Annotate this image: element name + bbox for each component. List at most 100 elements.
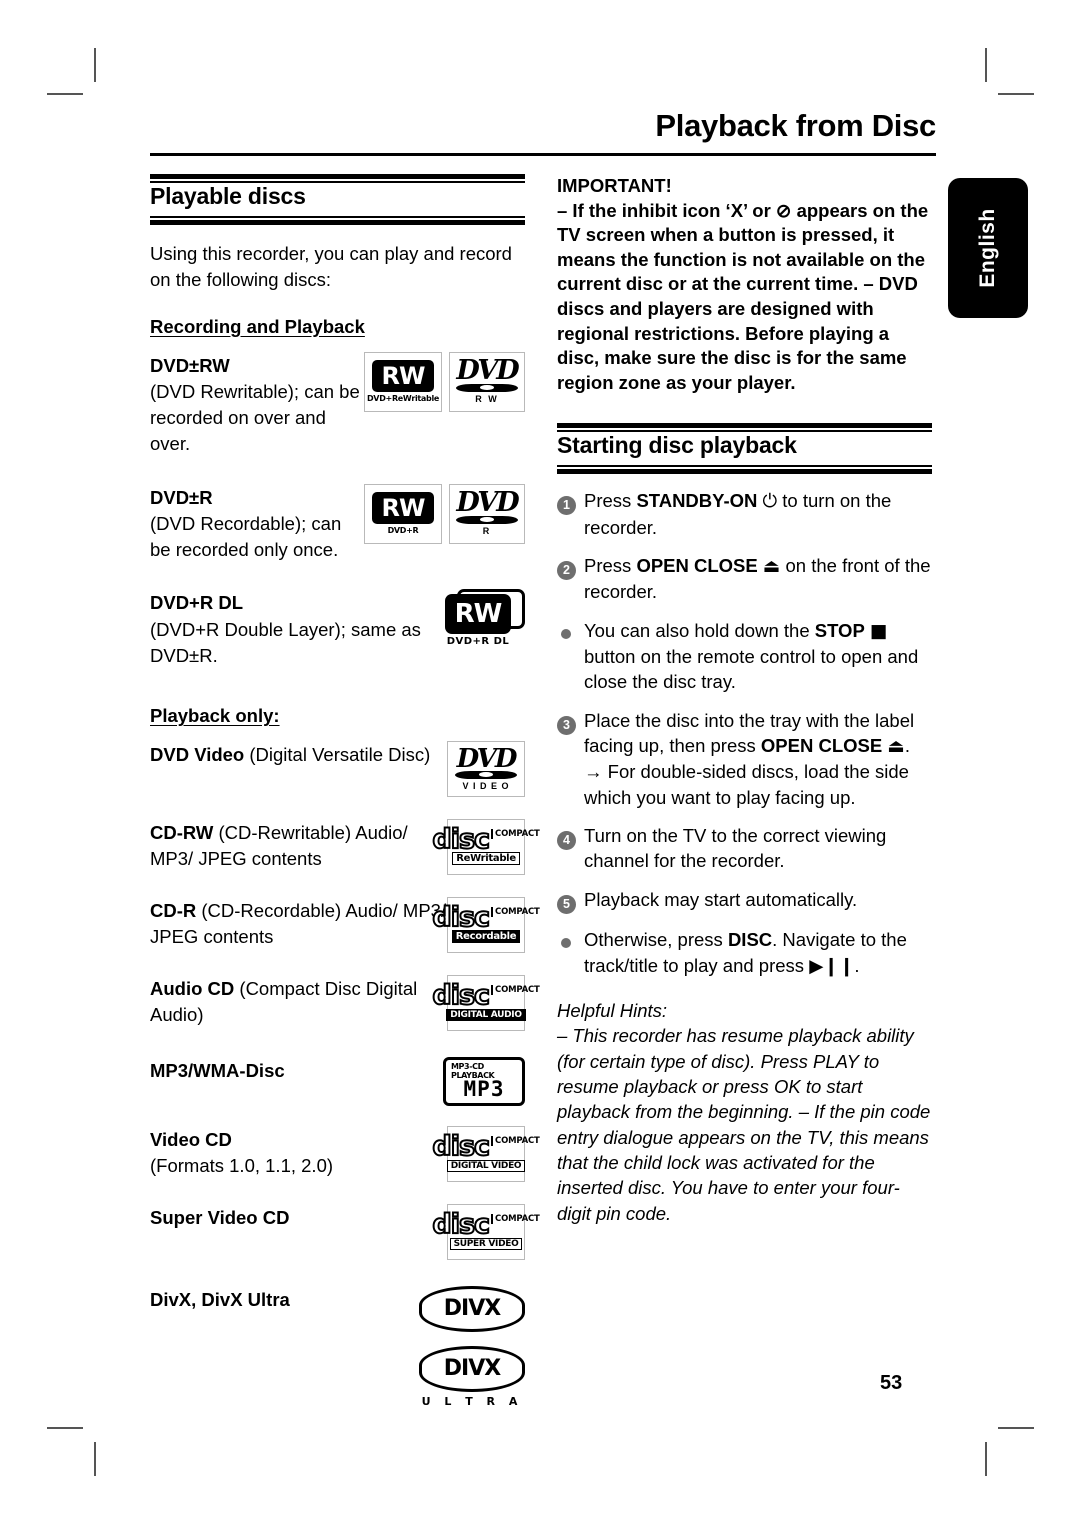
compact-disc-mark: disc COMPACT DIGITAL AUDIO (431, 982, 540, 1021)
disc-description: Super Video CD (150, 1204, 447, 1231)
disc-detail: (DVD+R Double Layer); same as DVD±R. (150, 618, 421, 666)
rw-dl-caption: DVD+R DL (446, 636, 510, 648)
disc-logo-group: DVD V I D E O (447, 741, 525, 798)
page-content: Playback from Disc Playable discs Using … (150, 110, 936, 1420)
step-button-name: STOP (814, 619, 865, 641)
step-text: Turn on the TV to the correct viewing ch… (584, 825, 887, 872)
section-rule-bottom (557, 465, 932, 475)
disc-description: CD-RW (CD-Rewritable) Audio/ MP3/ JPEG c… (150, 819, 447, 873)
divx-mark: DIVX (443, 1296, 501, 1322)
step-text: You can also hold down the STOP ■ button… (584, 618, 932, 695)
disc-title: DVD Video (150, 744, 245, 766)
disc-logo-group: RW DVD+R DVD R (364, 483, 525, 544)
step-marker: 3 (557, 708, 584, 810)
important-notice: IMPORTANT! – If the inhibit icon ‘X’ or … (557, 174, 932, 395)
step-text: Place the disc into the tray with the la… (584, 708, 932, 810)
disc-logo-group: disc COMPACT SUPER VIDEO (431, 1204, 540, 1261)
disc-title: MP3/WMA-Disc (150, 1060, 285, 1082)
cd-compact-word: COMPACT (491, 828, 540, 839)
cd-disc-word: disc (431, 1131, 491, 1163)
step-button-name: DISC (727, 929, 773, 951)
bullet-icon (561, 628, 571, 639)
hints-title: Helpful Hints: (557, 999, 668, 1021)
section-rule-bottom (150, 216, 525, 225)
dvd-video-caption: V I D E O (462, 780, 510, 791)
step-text-after: button on the remote control to open and… (584, 646, 919, 693)
helpful-hints: Helpful Hints: – This recorder has resum… (557, 998, 932, 1226)
eject-icon: ⏏ (887, 736, 905, 758)
disc-title: DVD±R (150, 486, 213, 508)
list-item: 5 Playback may start automatically. (557, 887, 932, 914)
step-list: 1 Press STANDBY-ON ⏻ to turn on the reco… (557, 488, 932, 978)
cd-compact-word: COMPACT (491, 1136, 540, 1147)
compact-disc-mark: disc COMPACT Recordable (431, 903, 540, 944)
dvd-mark: DVD (456, 354, 519, 386)
step-marker: 2 (557, 553, 584, 605)
disc-description: DVD±RW (DVD Rewritable); can be recorded… (150, 352, 364, 458)
disc-title: Super Video CD (150, 1207, 290, 1229)
disc-row: Super Video CD disc COMPACT SUPER VIDEO (150, 1204, 540, 1261)
dvd-video-logo: DVD V I D E O (447, 741, 525, 798)
dvd-disc-bar (456, 383, 518, 392)
disc-logo-group: RW DVD+R DL (445, 589, 525, 647)
disc-logo-group: MP3-CD PLAYBACK MP3 (443, 1057, 525, 1107)
disc-description: MP3/WMA-Disc (150, 1057, 443, 1084)
mp3-mark: MP3 (463, 1077, 505, 1102)
disc-detail: (Formats 1.0, 1.1, 2.0) (150, 1155, 334, 1177)
dvd-disc-bar (455, 770, 517, 779)
rw-caption: DVD+R (387, 526, 419, 536)
right-column: IMPORTANT! – If the inhibit icon ‘X’ or … (557, 174, 932, 1408)
disc-description: DVD Video (Digital Versatile Disc) (150, 741, 447, 768)
disc-title: CD-R (150, 900, 197, 922)
section-title-playable-discs: Playable discs (150, 183, 306, 209)
cd-disc-word: disc (431, 1209, 491, 1241)
disc-description: Video CD (Formats 1.0, 1.1, 2.0) (150, 1126, 447, 1180)
divx-logo: DIVX (419, 1286, 525, 1333)
cd-format-caption: DIGITAL AUDIO (446, 1008, 526, 1021)
step-text: Otherwise, press DISC. Navigate to the t… (584, 927, 932, 978)
language-tab-label: English (976, 208, 999, 288)
disc-row: Video CD (Formats 1.0, 1.1, 2.0) disc CO… (150, 1126, 540, 1183)
disc-row: DivX, DivX Ultra DIVX DIVX U L T R A (150, 1286, 525, 1408)
step-text-before: Press (584, 490, 637, 512)
two-column-layout: Playable discs Using this recorder, you … (150, 174, 936, 1408)
compact-disc-mark: disc COMPACT DIGITAL VIDEO (431, 1131, 540, 1172)
cd-compact-word: COMPACT (491, 906, 540, 917)
subhead-recording-and-playback: Recording and Playback (150, 315, 365, 337)
disc-logo-group: DIVX DIVX U L T R A (419, 1286, 525, 1408)
disc-row: MP3/WMA-Disc MP3-CD PLAYBACK MP3 (150, 1057, 525, 1107)
divx-ultra-logo: DIVX U L T R A (419, 1346, 525, 1408)
left-column: Playable discs Using this recorder, you … (150, 174, 540, 1408)
cd-recordable-logo: disc COMPACT Recordable (431, 897, 540, 954)
step-marker: 1 (557, 488, 584, 540)
step-text-after: . (904, 735, 910, 757)
rw-caption: DVD+ReWritable (366, 394, 440, 404)
rw-mark: RW (445, 594, 511, 635)
cd-compact-word: COMPACT (491, 1214, 540, 1225)
list-item: Otherwise, press DISC. Navigate to the t… (557, 927, 932, 978)
list-item: 3 Place the disc into the tray with the … (557, 708, 932, 810)
disc-detail: (Digital Versatile Disc) (244, 744, 431, 766)
cd-disc-word: disc (431, 823, 491, 855)
crop-mark-bottom-right-horizontal (998, 1427, 1034, 1429)
disc-title: DVD+R DL (150, 592, 244, 614)
compact-disc-mark: disc COMPACT ReWritable (431, 823, 540, 866)
step-button-name: OPEN CLOSE (636, 555, 758, 577)
disc-row: DVD±R (DVD Recordable); can be recorded … (150, 483, 525, 564)
step-marker (557, 927, 584, 978)
disc-description: CD-R (CD-Recordable) Audio/ MP3/ JPEG co… (150, 897, 447, 951)
power-icon: ⏻ (762, 491, 778, 513)
crop-mark-top-left-horizontal (47, 93, 83, 95)
header-rule (150, 153, 936, 156)
disc-row: Audio CD (Compact Disc Digital Audio) di… (150, 975, 540, 1032)
disc-logo-group: disc COMPACT DIGITAL AUDIO (431, 975, 540, 1032)
disc-logo-group: disc COMPACT ReWritable (431, 819, 540, 876)
disc-title: Audio CD (150, 978, 235, 1000)
step-sub-note: → For double-sided discs, load the side … (584, 761, 909, 808)
step-button-name: OPEN CLOSE (760, 735, 883, 757)
dvd-plus-rewritable-logo: RW DVD+ReWritable (364, 351, 442, 412)
cd-format-caption: SUPER VIDEO (449, 1237, 523, 1250)
crop-mark-bottom-left-horizontal (47, 1427, 83, 1429)
dvd-mark: DVD (456, 486, 519, 518)
disc-description: DVD+R DL (DVD+R Double Layer); same as D… (150, 589, 445, 669)
